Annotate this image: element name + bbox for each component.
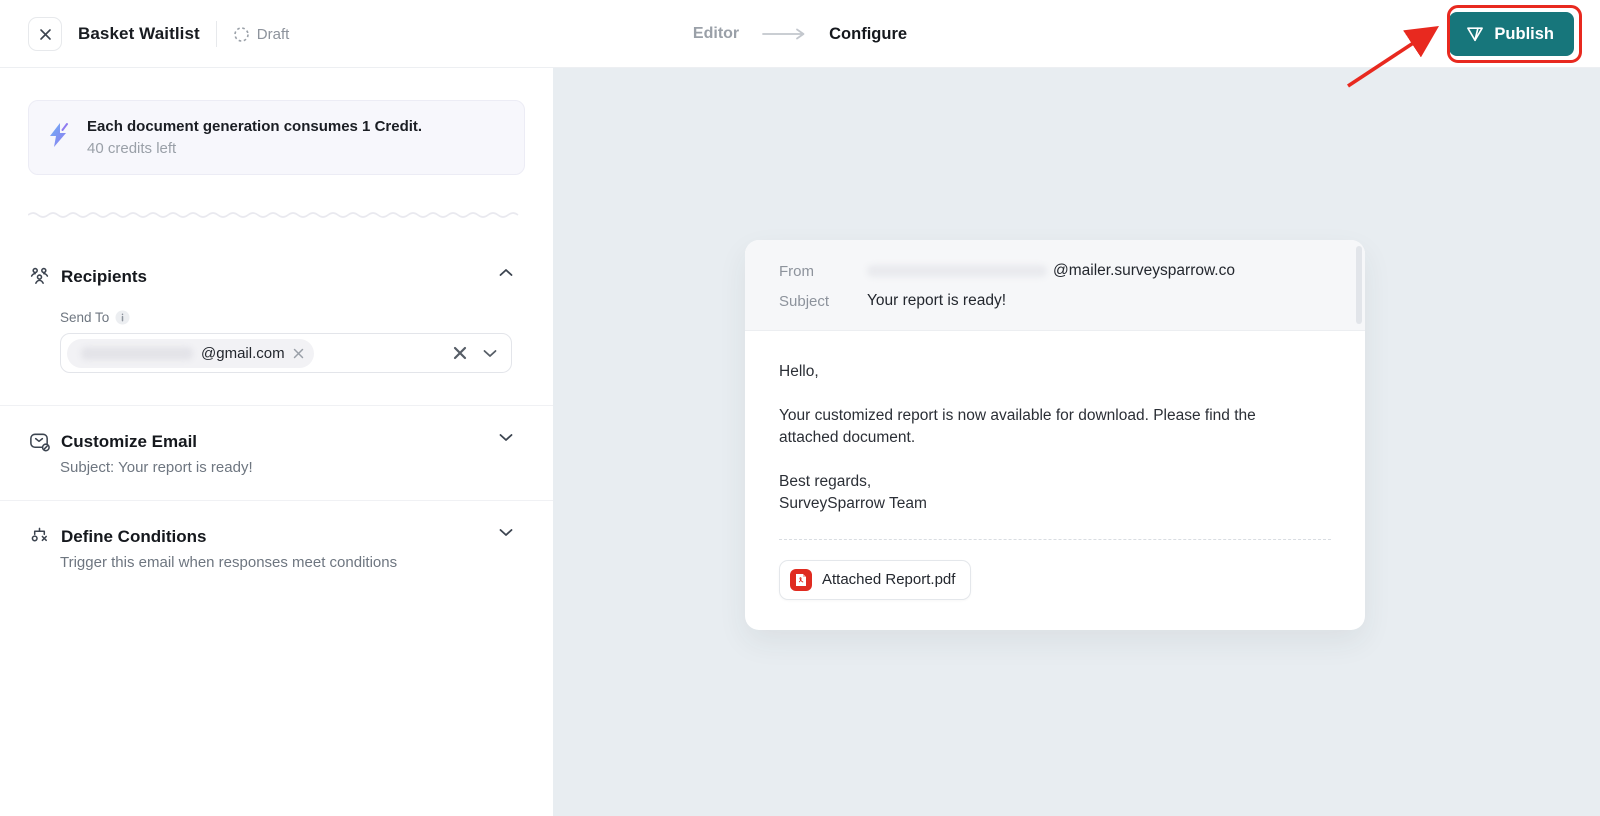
- tab-configure[interactable]: Configure: [829, 25, 907, 44]
- publish-button[interactable]: Publish: [1449, 12, 1574, 56]
- email-paragraph: Your customized report is now available …: [779, 405, 1279, 449]
- section-define-conditions[interactable]: Define Conditions Trigger this email whe…: [0, 525, 553, 571]
- attachment-chip[interactable]: Attached Report.pdf: [779, 560, 971, 600]
- status-badge-label: Draft: [257, 26, 290, 43]
- tab-editor[interactable]: Editor: [693, 25, 739, 43]
- chevron-up-icon[interactable]: [499, 268, 513, 277]
- email-edit-icon: [28, 430, 51, 453]
- send-icon: [1465, 24, 1485, 44]
- credit-notice-subtitle: 40 credits left: [87, 140, 422, 157]
- close-button[interactable]: [28, 17, 62, 51]
- chevron-down-icon[interactable]: [499, 433, 513, 442]
- close-icon: [39, 28, 52, 41]
- recipients-title: Recipients: [61, 267, 147, 287]
- pdf-icon: [790, 569, 812, 591]
- draft-dashed-circle-icon: [233, 26, 250, 43]
- section-divider: [0, 405, 553, 406]
- redacted-email-name: [81, 347, 193, 360]
- lightning-icon: [47, 122, 71, 148]
- section-divider: [0, 500, 553, 501]
- clear-field-icon[interactable]: [453, 346, 467, 360]
- redacted-from-name: [867, 265, 1047, 277]
- publish-button-label: Publish: [1494, 25, 1554, 44]
- conditions-flow-icon: [28, 525, 51, 548]
- attachment-name: Attached Report.pdf: [822, 569, 955, 591]
- section-recipients: Recipients Send To @gmail.com: [0, 265, 553, 373]
- attachment-divider: [779, 539, 1331, 540]
- define-conditions-subtitle: Trigger this email when responses meet c…: [60, 554, 525, 571]
- email-header: From @mailer.surveysparrow.co Subject Yo…: [745, 240, 1365, 331]
- survey-title: Basket Waitlist: [78, 24, 200, 44]
- info-icon[interactable]: [115, 310, 130, 325]
- from-domain: @mailer.surveysparrow.co: [1053, 262, 1235, 280]
- send-to-input[interactable]: @gmail.com: [60, 333, 512, 373]
- define-conditions-title: Define Conditions: [61, 527, 206, 547]
- customize-email-subtitle: Subject: Your report is ready!: [60, 459, 525, 476]
- recipient-email-chip[interactable]: @gmail.com: [67, 339, 314, 368]
- credit-notice: Each document generation consumes 1 Cred…: [28, 100, 525, 175]
- recipients-group-icon: [28, 265, 51, 288]
- subject-value: Your report is ready!: [867, 292, 1006, 310]
- wavy-divider: [28, 209, 525, 221]
- send-to-label: Send To: [60, 310, 109, 325]
- email-body: Hello, Your customized report is now ava…: [745, 331, 1365, 600]
- chip-remove-icon[interactable]: [293, 348, 304, 359]
- card-scrollbar[interactable]: [1356, 246, 1362, 324]
- chevron-down-icon[interactable]: [499, 528, 513, 537]
- status-badge: Draft: [233, 26, 290, 43]
- top-header: Basket Waitlist Draft Editor Configure P…: [0, 0, 1600, 68]
- chevron-down-icon[interactable]: [483, 349, 497, 358]
- header-divider: [216, 21, 217, 47]
- preview-canvas: From @mailer.surveysparrow.co Subject Yo…: [553, 68, 1600, 816]
- recipient-email-domain: @gmail.com: [201, 345, 285, 362]
- configure-sidebar: Each document generation consumes 1 Cred…: [0, 68, 553, 816]
- email-greeting: Hello,: [779, 361, 1331, 383]
- section-customize-email[interactable]: Customize Email Subject: Your report is …: [0, 430, 553, 476]
- email-preview-card: From @mailer.surveysparrow.co Subject Yo…: [745, 240, 1365, 630]
- email-signoff: Best regards,: [779, 471, 1331, 493]
- customize-email-title: Customize Email: [61, 432, 197, 452]
- from-label: From: [779, 263, 867, 280]
- subject-label: Subject: [779, 293, 867, 310]
- credit-notice-title: Each document generation consumes 1 Cred…: [87, 118, 422, 135]
- email-signature: SurveySparrow Team: [779, 493, 1331, 515]
- arrow-right-icon: [761, 27, 807, 41]
